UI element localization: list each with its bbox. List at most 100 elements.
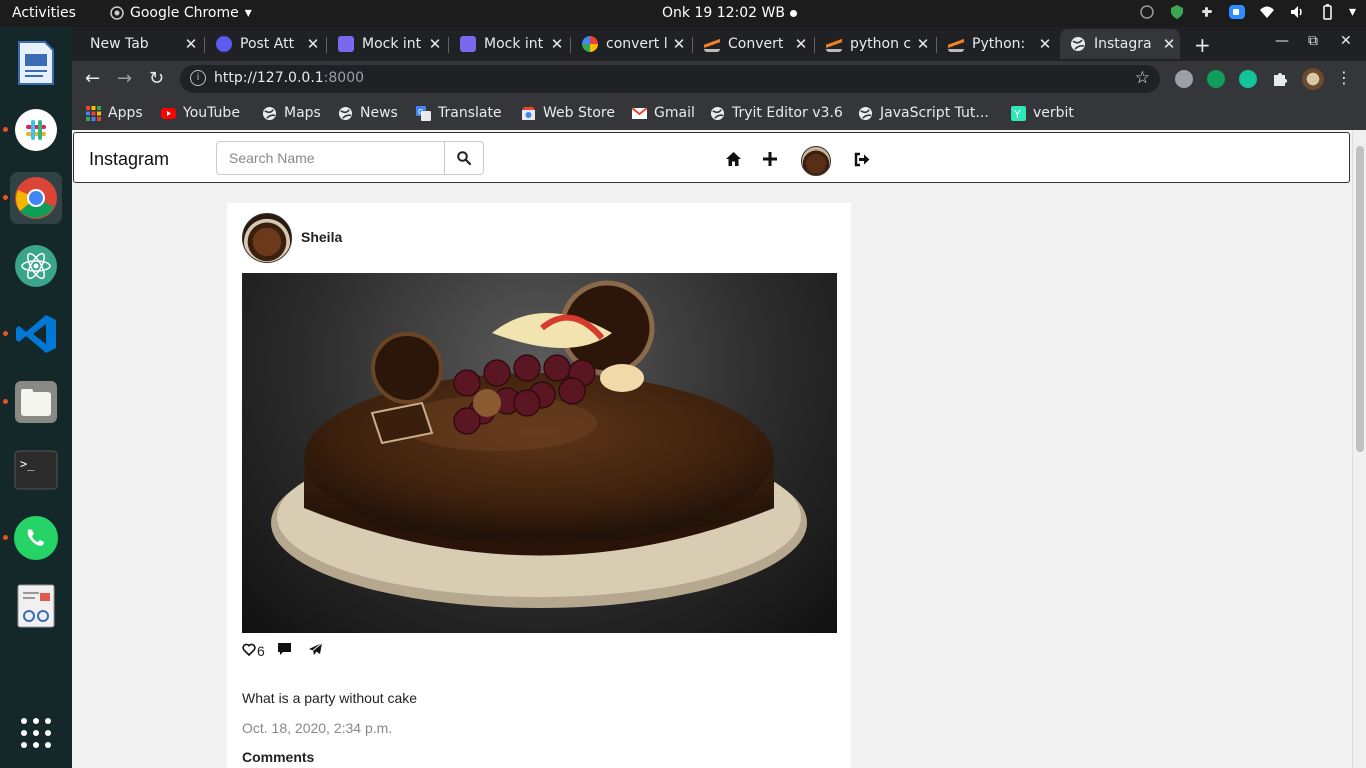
globe-icon xyxy=(262,106,277,120)
profile-avatar-icon[interactable] xyxy=(1302,68,1324,90)
bookmark-label: Apps xyxy=(108,105,143,121)
vscode-icon xyxy=(16,315,56,353)
close-icon[interactable]: ✕ xyxy=(424,35,446,53)
kebab-menu-icon[interactable]: ⋮ xyxy=(1336,68,1352,87)
site-brand[interactable]: Instagram xyxy=(89,149,169,170)
post-author-avatar[interactable] xyxy=(242,213,292,263)
bookmark-tryit-editor[interactable]: Tryit Editor v3.6 xyxy=(710,105,843,121)
dock-atom[interactable] xyxy=(10,240,62,292)
back-button[interactable]: ← xyxy=(85,68,100,89)
bookmark-youtube[interactable]: YouTube xyxy=(161,105,240,121)
bookmark-translate[interactable]: G Translate xyxy=(416,105,502,121)
shield-icon[interactable] xyxy=(1169,4,1185,20)
activities-button[interactable]: Activities xyxy=(12,5,76,21)
running-indicator xyxy=(3,331,8,336)
home-icon[interactable] xyxy=(725,151,742,167)
heart-icon[interactable] xyxy=(242,643,256,656)
address-bar[interactable]: i http://127.0.0.1:8000 ☆ xyxy=(180,65,1160,93)
site-navbar: Instagram xyxy=(73,132,1350,183)
dock-show-applications[interactable] xyxy=(10,707,62,759)
dock-files[interactable] xyxy=(10,376,62,428)
forward-button[interactable]: → xyxy=(117,68,132,89)
plus-icon[interactable] xyxy=(763,152,777,166)
dock-vscode[interactable] xyxy=(10,308,62,360)
battery-icon[interactable] xyxy=(1319,4,1335,20)
zoom-tray-icon[interactable] xyxy=(1228,4,1245,20)
slack-tray-icon[interactable] xyxy=(1199,4,1215,20)
tab-instagram[interactable]: Instagra ✕ xyxy=(1060,29,1180,59)
dock-slack[interactable] xyxy=(10,104,62,156)
scrollbar-thumb[interactable] xyxy=(1356,146,1364,452)
wifi-icon[interactable] xyxy=(1259,4,1275,20)
app-menu[interactable]: Google Chrome ▾ xyxy=(110,5,252,21)
bookmark-apps[interactable]: Apps xyxy=(86,105,143,121)
profile-avatar[interactable] xyxy=(801,146,831,176)
bookmark-gmail[interactable]: Gmail xyxy=(632,105,695,121)
svg-text:>_: >_ xyxy=(20,457,35,471)
dock-terminal[interactable]: >_ xyxy=(10,444,62,496)
info-icon[interactable]: i xyxy=(190,70,206,86)
extension-1-icon[interactable] xyxy=(1175,70,1193,88)
post-author-name[interactable]: Sheila xyxy=(301,229,342,245)
tab-separator xyxy=(814,37,815,53)
bookmark-web-store[interactable]: Web Store xyxy=(521,105,615,121)
comment-icon[interactable] xyxy=(277,642,292,656)
dock-chrome[interactable] xyxy=(10,172,62,224)
close-icon[interactable]: ✕ xyxy=(912,35,934,53)
close-icon[interactable]: ✕ xyxy=(1034,35,1056,53)
tab-google-convert[interactable]: convert l ✕ xyxy=(572,29,690,59)
torrent-extension-icon[interactable] xyxy=(1207,70,1225,88)
post-image[interactable] xyxy=(242,273,837,633)
page-scrollbar[interactable] xyxy=(1352,130,1366,768)
tab-stackoverflow-python-1[interactable]: python c ✕ xyxy=(816,29,934,59)
close-icon[interactable]: ✕ xyxy=(668,35,690,53)
logout-icon[interactable] xyxy=(853,152,870,167)
close-icon[interactable]: ✕ xyxy=(790,35,812,53)
chrome-icon xyxy=(15,177,57,219)
close-icon[interactable]: ✕ xyxy=(1158,35,1180,53)
clock[interactable]: Onk 19 12:02 WB xyxy=(662,5,785,21)
dock-document-viewer[interactable] xyxy=(10,580,62,632)
close-icon[interactable]: ✕ xyxy=(546,35,568,53)
whatsapp-icon xyxy=(14,516,58,560)
tab-post-att[interactable]: Post Att ✕ xyxy=(206,29,324,59)
new-tab-button[interactable]: + xyxy=(1194,33,1211,57)
tab-new-tab[interactable]: New Tab ✕ xyxy=(80,29,202,59)
send-icon[interactable] xyxy=(308,642,323,656)
post-card: Sheila 6 What is a party without cake Oc… xyxy=(227,203,851,768)
reload-button[interactable]: ↻ xyxy=(149,68,164,89)
tab-mock-interview-2[interactable]: Mock int ✕ xyxy=(450,29,568,59)
maximize-button[interactable]: ⧉ xyxy=(1308,33,1318,49)
tab-stackoverflow-python-2[interactable]: Python: ✕ xyxy=(938,29,1056,59)
bookmark-label: YouTube xyxy=(183,105,240,121)
bookmark-star-icon[interactable]: ☆ xyxy=(1135,68,1150,88)
volume-icon[interactable] xyxy=(1289,4,1305,20)
puzzle-extensions-icon[interactable] xyxy=(1271,70,1289,88)
dock-whatsapp[interactable] xyxy=(10,512,62,564)
system-top-bar: Activities Google Chrome ▾ Onk 19 12:02 … xyxy=(0,0,1366,27)
bookmark-javascript-tut[interactable]: JavaScript Tut... xyxy=(858,105,989,121)
search-button[interactable] xyxy=(445,142,483,174)
tab-mock-interview-1[interactable]: Mock int ✕ xyxy=(328,29,446,59)
close-icon[interactable]: ✕ xyxy=(180,35,202,53)
gmail-icon xyxy=(632,106,647,119)
dock-text-editor[interactable] xyxy=(10,37,62,89)
close-icon[interactable]: ✕ xyxy=(302,35,324,53)
system-tray[interactable]: ▾ xyxy=(1139,4,1356,20)
bookmark-maps[interactable]: Maps xyxy=(262,105,321,121)
tab-separator xyxy=(204,37,205,53)
grammarly-icon[interactable] xyxy=(1239,70,1257,88)
tab-label: convert l xyxy=(606,36,668,52)
like-count: 6 xyxy=(257,643,265,659)
chevron-down-icon[interactable]: ▾ xyxy=(1349,4,1356,20)
url-text[interactable]: http://127.0.0.1:8000 xyxy=(214,70,364,86)
svg-text:G: G xyxy=(418,108,423,116)
tab-stackoverflow-convert[interactable]: Convert ✕ xyxy=(694,29,812,59)
bookmark-news[interactable]: News xyxy=(338,105,398,121)
running-indicator xyxy=(3,127,8,132)
bookmark-verbit[interactable]: Y verbit xyxy=(1011,105,1074,121)
minimize-button[interactable]: — xyxy=(1275,33,1289,49)
search-input[interactable] xyxy=(217,142,445,174)
whatsapp-tray-icon[interactable] xyxy=(1139,4,1155,20)
close-window-button[interactable]: ✕ xyxy=(1340,33,1352,49)
